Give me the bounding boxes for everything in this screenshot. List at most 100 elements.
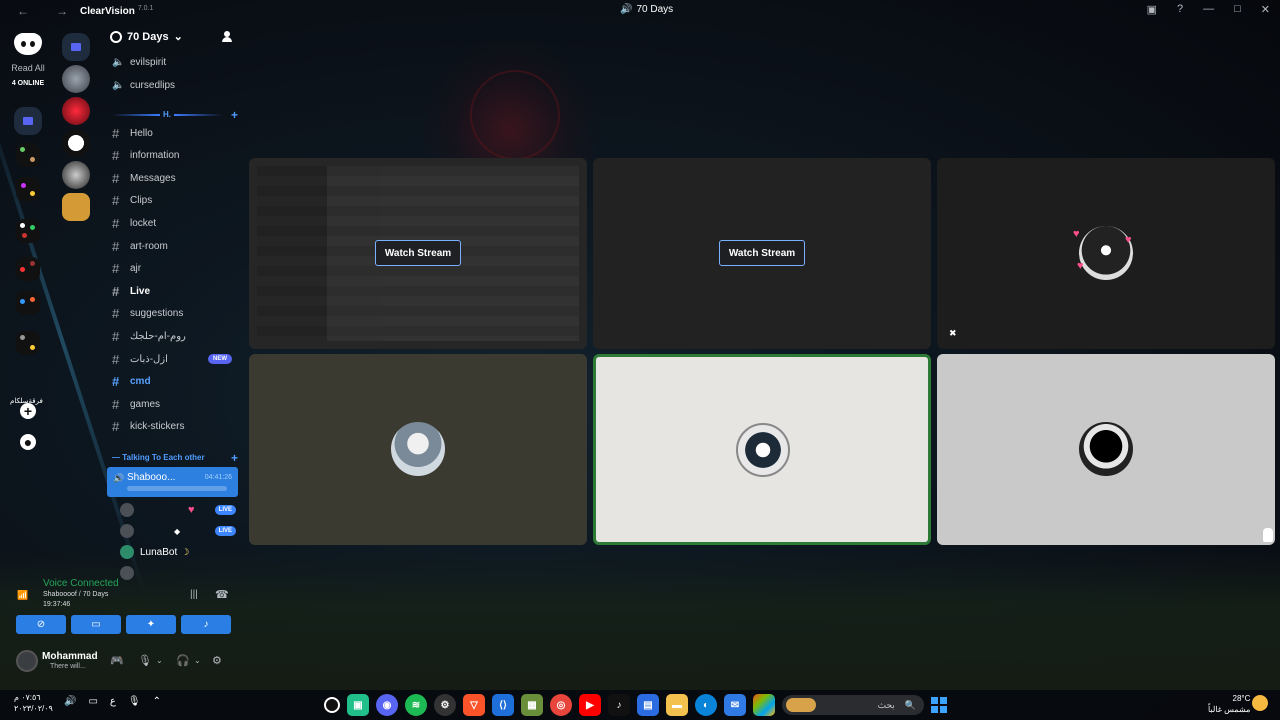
- controller-icon[interactable]: 🎮: [110, 654, 124, 667]
- microphone-icon[interactable]: 🎙: [138, 654, 152, 667]
- text-channel-10[interactable]: # ازل-ذبات NEW: [112, 349, 236, 369]
- brave-icon[interactable]: ▽: [463, 694, 485, 716]
- obs-icon[interactable]: [324, 697, 340, 713]
- text-channel-9[interactable]: # روم-ام-حلجك: [112, 326, 236, 346]
- text-channel-3[interactable]: # Clips: [112, 191, 236, 211]
- watch-stream-button[interactable]: Watch Stream: [375, 240, 461, 266]
- stream-tile-1[interactable]: Watch Stream: [249, 158, 587, 349]
- server-icon-3[interactable]: [62, 129, 90, 157]
- text-channel-5[interactable]: # art-room: [112, 236, 236, 256]
- activities-button[interactable]: ✦: [126, 615, 176, 634]
- network-icon[interactable]: ▭: [88, 696, 97, 707]
- user-name[interactable]: Mohammad: [42, 651, 98, 662]
- tiktok-icon[interactable]: ♪: [608, 694, 630, 716]
- server-folder-3[interactable]: [16, 219, 40, 243]
- gear-icon[interactable]: ⚙: [212, 654, 222, 667]
- text-channel-12[interactable]: # games: [112, 394, 236, 414]
- microphone-tray-icon[interactable]: 🎙: [128, 696, 141, 707]
- participant-tile-6[interactable]: [937, 354, 1275, 545]
- server-folder-5[interactable]: [16, 291, 40, 315]
- voice-user-1[interactable]: ♥ LIVE: [120, 501, 238, 519]
- minimize-icon[interactable]: —: [1203, 3, 1214, 16]
- category-h[interactable]: H. +: [112, 108, 238, 122]
- participant-tile-4[interactable]: [249, 354, 587, 545]
- text-channel-0[interactable]: # Hello: [112, 123, 236, 143]
- voice-category[interactable]: — Talking To Each other +: [112, 451, 238, 465]
- server-folder-6[interactable]: [16, 331, 40, 355]
- edge-icon[interactable]: ◐: [695, 694, 717, 716]
- disconnect-icon[interactable]: ☎: [215, 588, 229, 601]
- avatar[interactable]: [16, 650, 38, 672]
- server-icon-4[interactable]: [62, 161, 90, 189]
- headphones-icon[interactable]: 🎧: [176, 654, 190, 667]
- server-folder-2[interactable]: [16, 177, 40, 201]
- app-green-icon[interactable]: ▣: [347, 694, 369, 716]
- folder-icon[interactable]: [62, 33, 90, 61]
- text-channel-2[interactable]: # Messages: [112, 168, 236, 188]
- voice-channel-cursedlips[interactable]: 🔈 cursedlips: [112, 75, 236, 95]
- windows-start-icon[interactable]: [931, 697, 947, 713]
- screen-share-button[interactable]: ▭: [71, 615, 121, 634]
- voice-channel-evilspirit[interactable]: 🔈 evilspirit: [112, 52, 236, 72]
- inbox-icon[interactable]: ▣: [1147, 3, 1157, 16]
- discord-home-icon[interactable]: [14, 33, 42, 55]
- mail-icon[interactable]: ✉: [724, 694, 746, 716]
- language-indicator[interactable]: ع: [110, 696, 116, 707]
- participant-tile-3[interactable]: ♥ ♥ ♥ ✖: [937, 158, 1275, 349]
- volume-icon[interactable]: 🔊: [64, 696, 76, 707]
- copilot-icon[interactable]: [753, 694, 775, 716]
- taskbar-clock[interactable]: ٠٧:٥٦ م ٢٠٢٣/٠٢/٠٩: [14, 692, 53, 714]
- text-channel-8[interactable]: # suggestions: [112, 304, 236, 324]
- active-voice-channel[interactable]: 🔊 Shabooo... 04:41:26: [107, 467, 238, 497]
- settings-taskbar-icon[interactable]: ⚙: [434, 694, 456, 716]
- spotify-icon[interactable]: ≋: [405, 694, 427, 716]
- watch-stream-button[interactable]: Watch Stream: [719, 240, 805, 266]
- chevron-down-icon[interactable]: ⌄: [156, 656, 163, 665]
- server-icon-1[interactable]: [62, 65, 90, 93]
- voice-connected-label[interactable]: Voice Connected: [43, 578, 119, 589]
- text-channel-7[interactable]: # Live: [112, 281, 236, 301]
- add-channel-icon[interactable]: +: [231, 108, 238, 122]
- read-all-button[interactable]: Read All: [6, 63, 50, 73]
- chrome-icon[interactable]: ◎: [550, 694, 572, 716]
- maximize-icon[interactable]: □: [1234, 3, 1241, 16]
- text-channel-1[interactable]: # information: [112, 146, 236, 166]
- chevron-down-icon[interactable]: ⌄: [194, 656, 201, 665]
- participant-tile-5-speaking[interactable]: [593, 354, 931, 545]
- voice-user-lunabot[interactable]: LunaBot ☽: [120, 543, 238, 561]
- taskbar-search[interactable]: بحث 🔍: [782, 695, 924, 715]
- guild-header[interactable]: 70 Days ⌄: [110, 30, 183, 43]
- vscode-icon[interactable]: ⟨⟩: [492, 694, 514, 716]
- minecraft-icon[interactable]: ▦: [521, 694, 543, 716]
- text-channel-4[interactable]: # locket: [112, 213, 236, 233]
- stream-tile-2[interactable]: Watch Stream: [593, 158, 931, 349]
- forward-icon[interactable]: →: [56, 4, 78, 18]
- soundboard-button[interactable]: ♪: [181, 615, 231, 634]
- add-server-icon[interactable]: +: [20, 403, 36, 419]
- help-icon[interactable]: ?: [1177, 3, 1183, 16]
- signal-icon[interactable]: 📶: [17, 590, 31, 604]
- add-channel-icon[interactable]: +: [231, 451, 238, 465]
- server-folder-1[interactable]: [16, 143, 40, 167]
- youtube-icon[interactable]: ▶: [579, 694, 601, 716]
- close-icon[interactable]: ✕: [1261, 3, 1270, 16]
- noise-suppression-icon[interactable]: |||: [190, 589, 198, 600]
- server-icon-5[interactable]: [62, 193, 90, 221]
- file-explorer-icon[interactable]: ▬: [666, 694, 688, 716]
- text-channel-11[interactable]: # cmd: [112, 372, 236, 392]
- voice-user-2[interactable]: ◆ LIVE: [120, 522, 238, 540]
- server-folder-4[interactable]: [16, 257, 40, 281]
- chevron-up-icon[interactable]: ⌃: [153, 696, 161, 707]
- camera-off-button[interactable]: ⊘: [16, 615, 66, 634]
- back-icon[interactable]: ←: [17, 4, 39, 18]
- add-member-icon[interactable]: [222, 31, 236, 43]
- explore-icon[interactable]: ●: [20, 434, 36, 450]
- server-icon-2[interactable]: [62, 97, 90, 125]
- folder-icon-2[interactable]: [14, 107, 42, 135]
- hash-icon: #: [112, 283, 120, 299]
- weather-widget[interactable]: 28°C مشمس غالباً: [1208, 693, 1250, 715]
- discord-taskbar-icon[interactable]: ◉: [376, 694, 398, 716]
- text-channel-6[interactable]: # ajr: [112, 259, 236, 279]
- text-channel-13[interactable]: # kick-stickers: [112, 417, 236, 437]
- store-icon[interactable]: ▤: [637, 694, 659, 716]
